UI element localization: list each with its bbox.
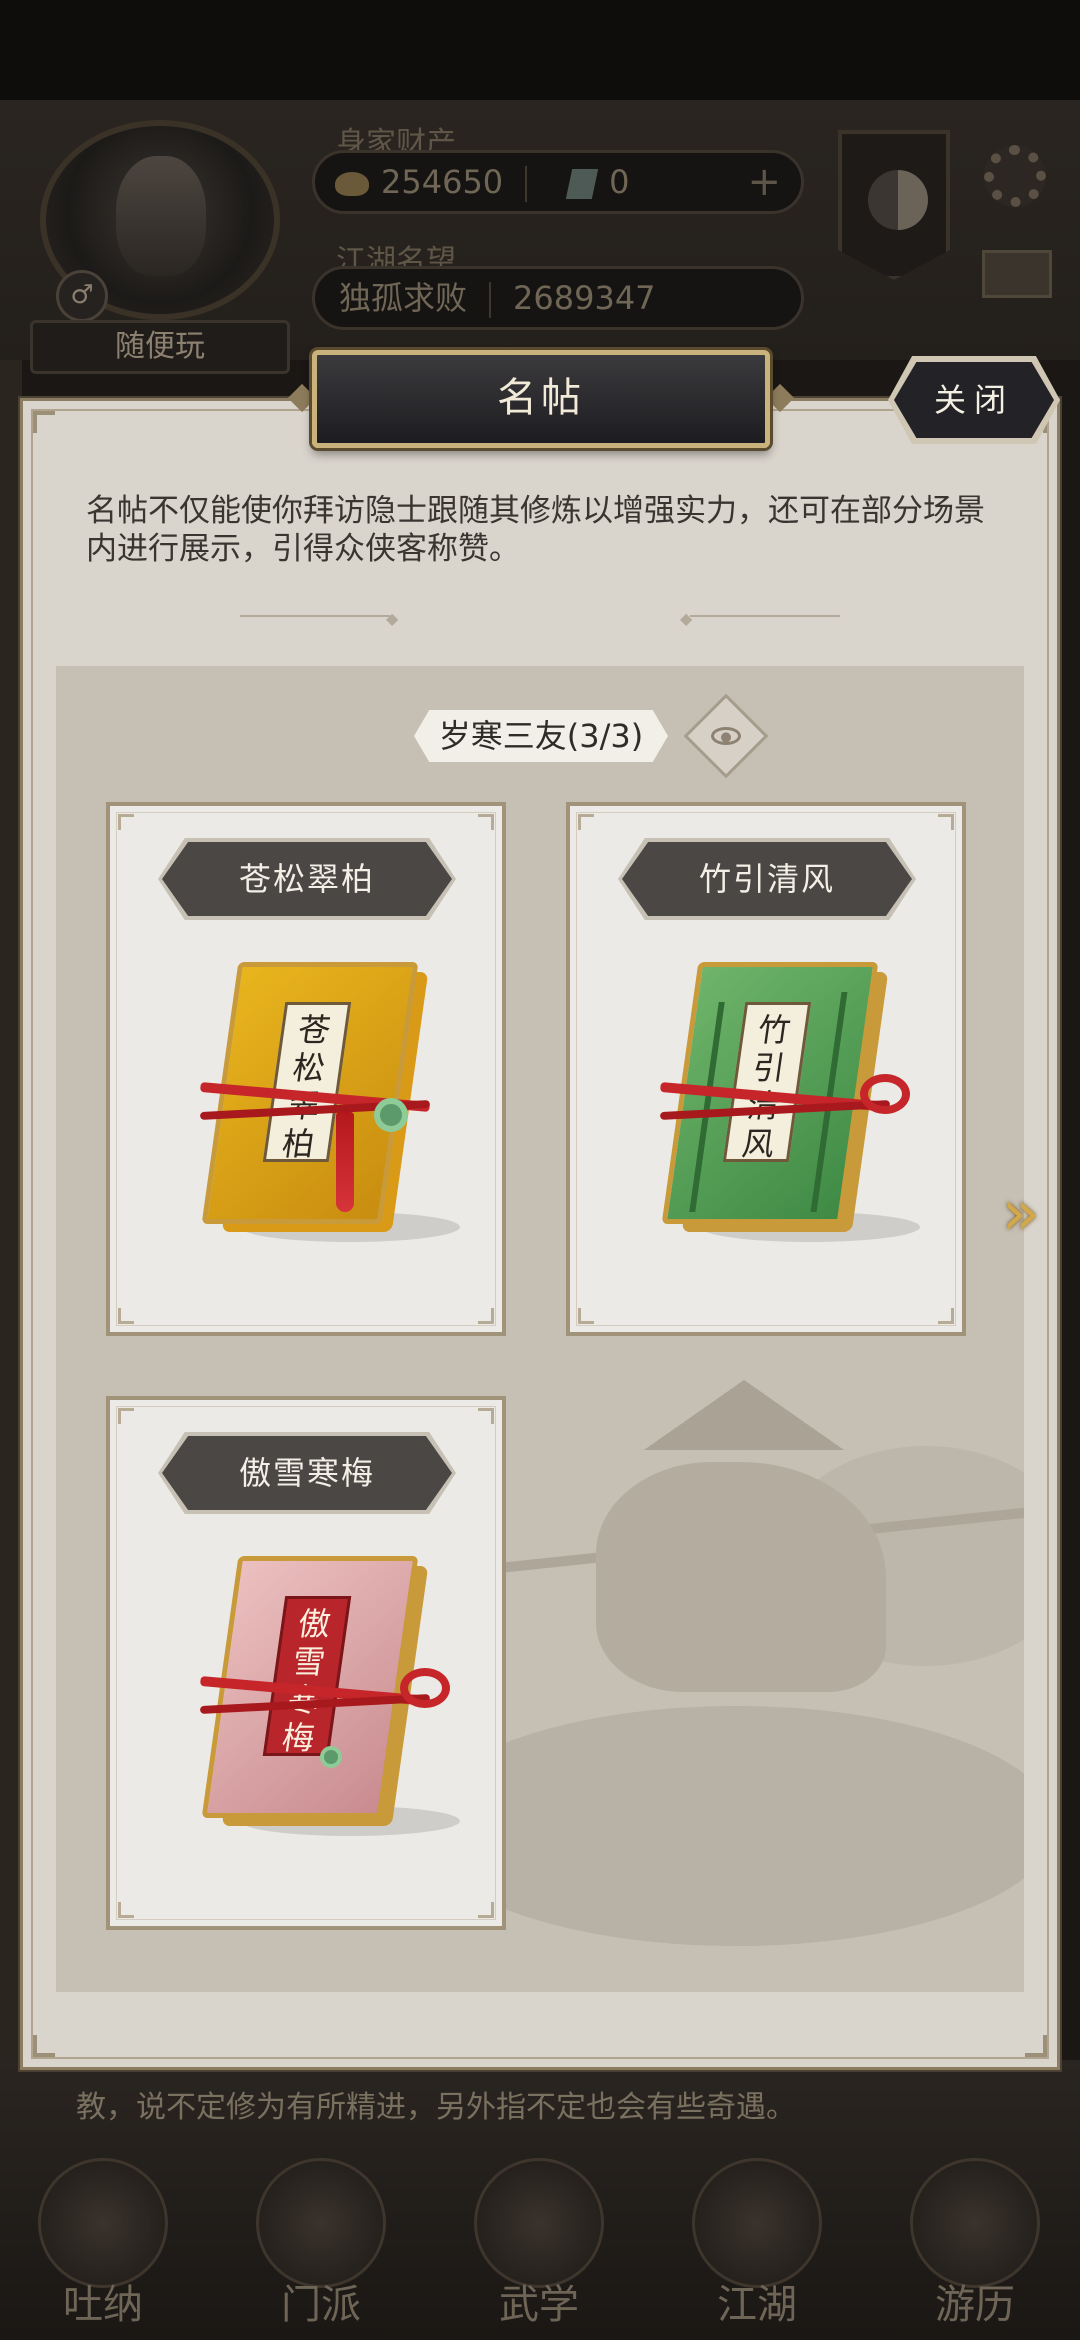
plate-character: 傲 <box>295 1605 333 1643</box>
plate-character: 雪 <box>290 1643 328 1681</box>
currency-bar: 254650 0 + <box>312 150 804 214</box>
side-background <box>0 360 22 2060</box>
card-corner <box>578 814 594 830</box>
modal-title: 名帖 <box>497 375 585 421</box>
nav-jianghu-icon <box>692 2158 822 2288</box>
background-hint-text: 教，说不定修为有所精进，另外指不定也会有些奇遇。 <box>76 2090 796 2125</box>
pine-invitation-book: 苍松翠柏 <box>170 962 460 1262</box>
ribbon-bow-icon <box>860 1074 910 1114</box>
nav-label: 江湖 <box>717 2282 797 2328</box>
corner-ornament <box>33 2035 55 2057</box>
card-name: 苍松翠柏 <box>162 842 452 916</box>
sect-badge[interactable] <box>838 130 950 280</box>
plate-character: 竹 <box>755 1011 793 1049</box>
add-currency-button[interactable]: + <box>747 153 781 211</box>
currency-divider <box>525 166 528 202</box>
card-corner <box>478 814 494 830</box>
reputation-divider <box>489 282 492 318</box>
next-page-arrow-icon[interactable]: » <box>1002 1178 1050 1248</box>
nav-sect-icon <box>256 2158 386 2288</box>
nav-travel-icon <box>910 2158 1040 2288</box>
divider-ornament: ◆ <box>386 609 399 628</box>
reputation-bar: 独孤求败 2689347 <box>312 266 804 330</box>
plate-character: 柏 <box>279 1125 317 1163</box>
modal-title-banner: 名帖 <box>312 350 770 448</box>
nav-label: 游历 <box>935 2282 1015 2328</box>
taiji-icon <box>868 170 928 230</box>
nav-martial[interactable]: 武学 <box>464 2148 614 2338</box>
name-card-bamboo[interactable]: 竹引清风 竹引清风 <box>566 802 966 1336</box>
card-corner <box>118 1902 134 1918</box>
jade-bead-icon <box>320 1746 342 1768</box>
player-title: 独孤求败 <box>339 279 468 317</box>
nav-label: 门派 <box>281 2282 361 2328</box>
ink-figure <box>596 1462 886 1692</box>
card-corner <box>118 814 134 830</box>
close-button[interactable]: 关闭 <box>894 362 1054 438</box>
coin-amount: 254650 <box>381 163 504 201</box>
nav-jianghu[interactable]: 江湖 <box>682 2148 832 2338</box>
card-corner <box>118 1408 134 1424</box>
tassel-icon <box>336 1112 354 1212</box>
bamboo-invitation-book: 竹引清风 <box>630 962 920 1262</box>
player-name: 随便玩 <box>30 320 290 374</box>
corner-ornament <box>33 411 55 433</box>
card-name: 竹引清风 <box>622 842 912 916</box>
plate-character: 松 <box>290 1049 328 1087</box>
divider-ornament <box>240 615 390 617</box>
nav-label: 吐纳 <box>63 2282 143 2328</box>
card-corner <box>478 1408 494 1424</box>
divider-ornament <box>690 615 840 617</box>
ink-hat <box>644 1380 844 1450</box>
card-corner <box>938 1308 954 1324</box>
corner-ornament <box>1025 2035 1047 2057</box>
coin-icon <box>335 172 369 196</box>
divider-ornament: ◆ <box>680 609 693 628</box>
card-corner <box>118 1308 134 1324</box>
series-label: 岁寒三友(3/3) <box>414 710 668 762</box>
card-corner <box>578 1308 594 1324</box>
jade-amount: 0 <box>609 163 630 201</box>
ribbon-bow-icon <box>400 1668 450 1708</box>
nav-martial-icon <box>474 2158 604 2288</box>
nav-tuna-icon <box>38 2158 168 2288</box>
nav-label: 武学 <box>499 2282 579 2328</box>
ink-painting-background <box>416 1366 1024 1986</box>
gender-icon: ♂ <box>56 270 108 322</box>
intro-text: 名帖不仅能使你拜访隐士跟随其修炼以增强实力，还可在部分场景内进行展示，引得众侠客… <box>86 493 985 567</box>
card-corner <box>478 1902 494 1918</box>
plum-invitation-book: 傲雪寒梅 <box>170 1556 460 1856</box>
avatar-face <box>116 156 206 276</box>
nav-tuna[interactable]: 吐纳 <box>28 2148 178 2338</box>
name-card-pine[interactable]: 苍松翠柏 苍松翠柏 <box>106 802 506 1336</box>
jade-pendant-icon <box>374 1098 408 1132</box>
plate-character: 风 <box>739 1125 777 1163</box>
plate-character: 引 <box>750 1049 788 1087</box>
card-name: 傲雪寒梅 <box>162 1436 452 1510</box>
card-corner <box>478 1308 494 1324</box>
jade-icon <box>565 169 599 199</box>
ink-mist <box>416 1706 1024 1946</box>
card-corner <box>938 814 954 830</box>
name-card-plum[interactable]: 傲雪寒梅 傲雪寒梅 <box>106 1396 506 1930</box>
mail-icon[interactable] <box>982 250 1052 298</box>
gear-icon[interactable] <box>984 145 1046 207</box>
nav-travel[interactable]: 游历 <box>900 2148 1050 2338</box>
plate-character: 苍 <box>295 1011 333 1049</box>
reputation-value: 2689347 <box>513 279 656 317</box>
nav-sect[interactable]: 门派 <box>246 2148 396 2338</box>
